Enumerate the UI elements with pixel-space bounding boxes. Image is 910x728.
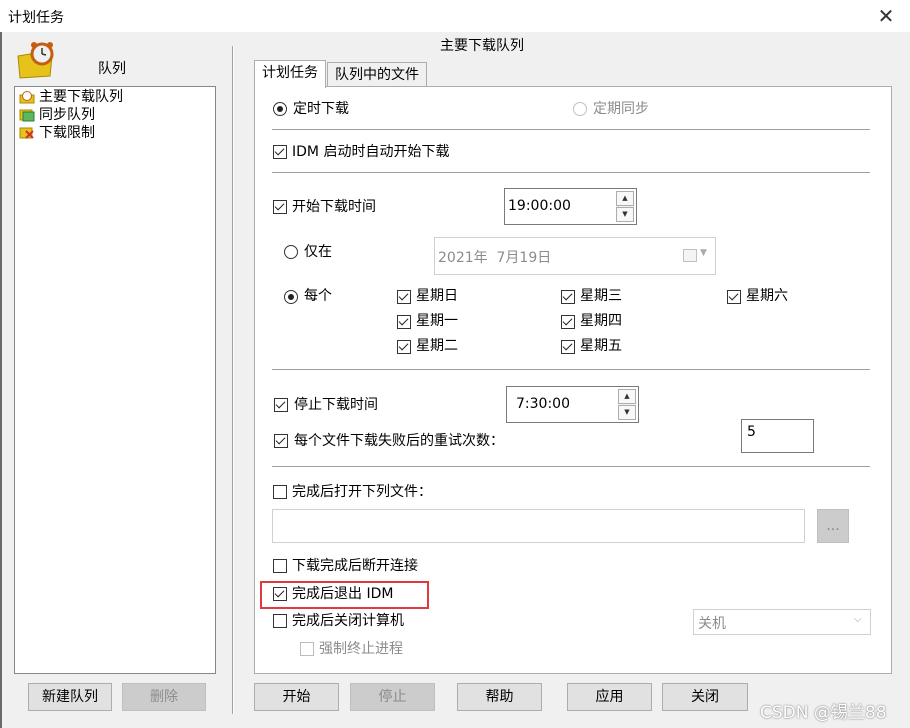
chevron-down-icon: ▼ (700, 248, 707, 258)
stop-button[interactable]: 停止 (350, 683, 435, 711)
open-file-label: 完成后打开下列文件： (292, 484, 432, 500)
separator (272, 129, 870, 131)
tab-schedule[interactable]: 计划任务 (254, 60, 326, 88)
stop-time-field[interactable]: 7:30:00 ▲ ▼ (506, 386, 639, 423)
separator (272, 466, 870, 468)
shutdown-checkbox[interactable] (273, 614, 287, 628)
window-title: 计划任务 (8, 10, 64, 26)
day-label: 星期五 (580, 338, 622, 354)
queue-item-label: 下载限制 (39, 125, 95, 141)
periodic-sync-radio[interactable] (573, 102, 587, 116)
close-button[interactable]: 关闭 (662, 683, 748, 711)
spin-down-icon[interactable]: ▼ (616, 207, 634, 222)
daily-label: 每个 (304, 288, 332, 304)
retries-checkbox[interactable] (274, 434, 288, 448)
apply-button[interactable]: 应用 (567, 683, 652, 711)
queue-item-limits[interactable]: 下载限制 (19, 124, 95, 142)
open-file-path-field[interactable] (272, 509, 805, 543)
exit-idm-checkbox[interactable] (273, 587, 287, 601)
delete-queue-button[interactable]: 删除 (122, 683, 206, 711)
start-time-value: 19:00:00 (508, 198, 571, 214)
close-icon[interactable]: ✕ (870, 2, 902, 30)
force-terminate-label: 强制终止进程 (319, 641, 403, 657)
title-bar: 计划任务 ✕ (0, 0, 910, 32)
queue-item-label: 同步队列 (39, 107, 95, 123)
queue-title: 主要下载队列 (440, 38, 524, 54)
queue-list: 主要下载队列 同步队列 下载限制 (14, 86, 216, 674)
exit-idm-label: 完成后退出 IDM (292, 586, 394, 602)
day-checkbox-thursday[interactable] (561, 315, 575, 329)
hang-up-checkbox[interactable] (273, 559, 287, 573)
periodic-sync-label: 定期同步 (593, 101, 649, 117)
day-checkbox-friday[interactable] (561, 340, 575, 354)
retries-field[interactable]: 5 (741, 419, 814, 453)
shutdown-label: 完成后关闭计算机 (292, 613, 404, 629)
spin-down-icon[interactable]: ▼ (618, 405, 636, 420)
stop-time-checkbox[interactable] (274, 398, 288, 412)
stop-time-spinner: ▲ ▼ (618, 389, 636, 420)
force-terminate-checkbox[interactable] (300, 642, 314, 656)
day-checkbox-sunday[interactable] (397, 290, 411, 304)
stop-time-value: 7:30:00 (516, 396, 570, 412)
spin-up-icon[interactable]: ▲ (618, 389, 636, 404)
start-time-label: 开始下载时间 (292, 199, 376, 215)
once-label: 仅在 (304, 244, 332, 260)
separator (272, 172, 870, 174)
start-time-checkbox[interactable] (273, 200, 287, 214)
once-radio[interactable] (284, 245, 298, 259)
start-on-startup-label: IDM 启动时自动开始下载 (292, 144, 450, 160)
tab-files-in-queue[interactable]: 队列中的文件 (327, 62, 427, 88)
start-on-startup-checkbox[interactable] (273, 145, 287, 159)
start-time-field[interactable]: 19:00:00 ▲ ▼ (504, 188, 637, 225)
chevron-down-icon: ⌵ (854, 614, 862, 625)
help-button[interactable]: 帮助 (457, 683, 542, 711)
limit-queue-icon (19, 126, 35, 140)
queue-item-sync[interactable]: 同步队列 (19, 106, 95, 124)
day-checkbox-saturday[interactable] (727, 290, 741, 304)
start-button[interactable]: 开始 (254, 683, 339, 711)
spin-up-icon[interactable]: ▲ (616, 191, 634, 206)
separator (272, 369, 870, 371)
shutdown-option-select[interactable]: 关机 ⌵ (693, 609, 871, 635)
vertical-divider (232, 46, 234, 714)
alarm-clock-folder-icon (16, 40, 56, 80)
day-label: 星期一 (416, 313, 458, 329)
day-label: 星期日 (416, 288, 458, 304)
day-label: 星期六 (746, 288, 788, 304)
new-queue-button[interactable]: 新建队列 (28, 683, 112, 711)
date-value: 2021年 7月19日 (438, 250, 552, 266)
day-label: 星期四 (580, 313, 622, 329)
queue-item-main[interactable]: 主要下载队列 (19, 88, 123, 106)
queue-heading: 队列 (98, 61, 126, 77)
browse-button[interactable]: ... (817, 509, 849, 543)
calendar-icon (683, 249, 697, 262)
day-checkbox-wednesday[interactable] (561, 290, 575, 304)
watermark: CSDN @锡兰88 (760, 703, 887, 723)
one-time-label: 定时下载 (293, 101, 349, 117)
start-time-spinner: ▲ ▼ (616, 191, 634, 222)
day-checkbox-monday[interactable] (397, 315, 411, 329)
day-label: 星期三 (580, 288, 622, 304)
sync-queue-icon (19, 108, 35, 122)
stop-time-label: 停止下载时间 (294, 397, 378, 413)
day-label: 星期二 (416, 338, 458, 354)
date-picker[interactable]: 2021年 7月19日 ▼ (434, 237, 716, 275)
one-time-radio[interactable] (273, 102, 287, 116)
shutdown-option-value: 关机 (698, 616, 726, 632)
retries-value: 5 (747, 424, 756, 440)
window-edge (0, 32, 2, 728)
daily-radio[interactable] (284, 290, 298, 304)
queue-clock-icon (19, 90, 35, 104)
hang-up-label: 下载完成后断开连接 (292, 558, 418, 574)
open-file-checkbox[interactable] (273, 485, 287, 499)
queue-item-label: 主要下载队列 (39, 89, 123, 105)
retries-label: 每个文件下载失败后的重试次数： (294, 433, 504, 449)
day-checkbox-tuesday[interactable] (397, 340, 411, 354)
